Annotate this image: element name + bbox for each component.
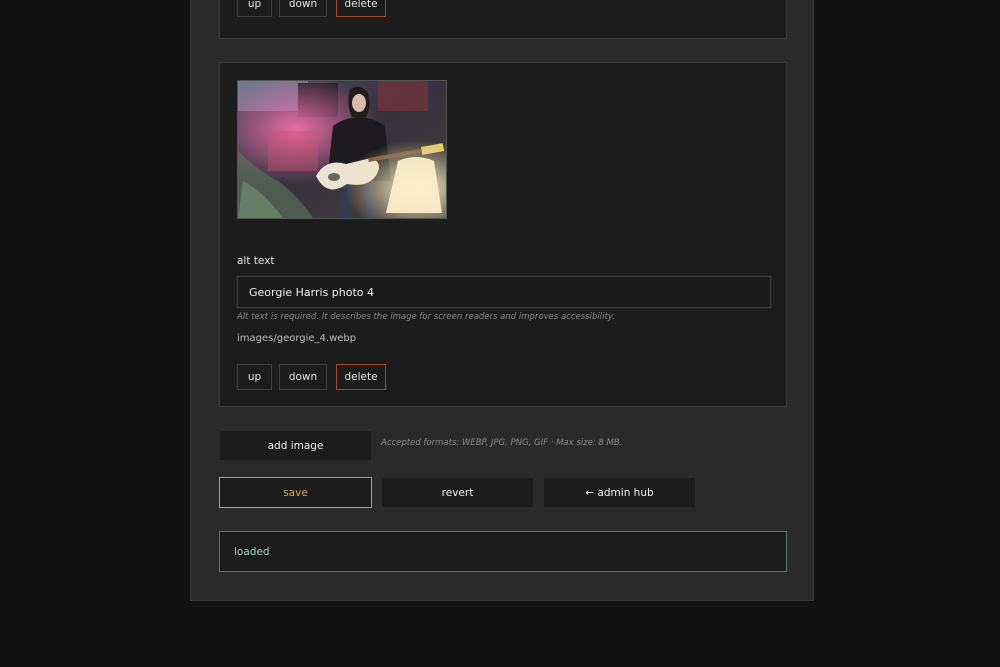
guitarist-photo <box>238 81 446 218</box>
alt-text-hint: Alt text is required. It describes the i… <box>237 312 615 322</box>
image-card-previous: up down delete <box>219 0 787 39</box>
move-down-button[interactable]: down <box>279 364 327 390</box>
image-thumbnail <box>237 80 447 219</box>
move-up-button[interactable]: up <box>237 0 272 17</box>
delete-image-button[interactable]: delete <box>336 364 386 390</box>
editor-panel: up down delete alt text Georgie Harris p… <box>190 0 814 601</box>
add-image-button[interactable]: add image <box>219 430 372 461</box>
status-message: loaded <box>219 531 787 572</box>
alt-text-input[interactable] <box>237 276 771 308</box>
save-button[interactable]: save <box>219 477 372 508</box>
status-text: loaded <box>234 545 270 558</box>
accepted-formats-hint: Accepted formats: WEBP, JPG, PNG, GIF · … <box>381 438 623 448</box>
image-card: alt text Alt text is required. It descri… <box>219 62 787 407</box>
delete-image-button[interactable]: delete <box>336 0 386 17</box>
revert-button[interactable]: revert <box>381 477 534 508</box>
move-down-button[interactable]: down <box>279 0 327 17</box>
alt-text-label: alt text <box>237 255 275 267</box>
move-up-button[interactable]: up <box>237 364 272 390</box>
admin-hub-button[interactable]: ← admin hub <box>543 477 696 508</box>
image-file-path: images/georgie_4.webp <box>237 333 357 344</box>
